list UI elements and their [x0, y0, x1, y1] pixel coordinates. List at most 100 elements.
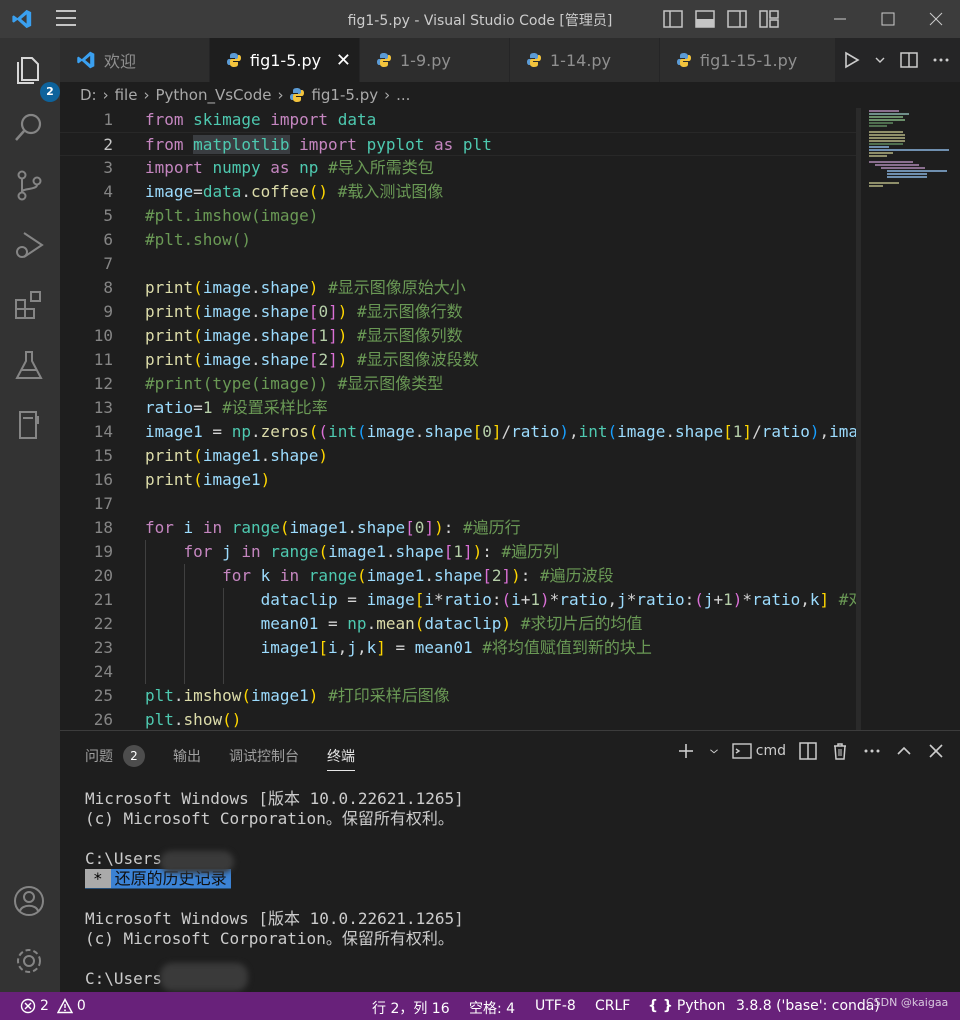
code-line: 15 print(image1.shape): [93, 446, 329, 465]
flask-icon: [15, 351, 43, 379]
tab-fig1-5[interactable]: fig1-5.py ✕: [210, 38, 360, 82]
error-count: 2: [40, 998, 49, 1014]
breadcrumb-folder[interactable]: file: [115, 86, 138, 104]
split-editor-icon[interactable]: [900, 51, 918, 69]
redacted-username: [160, 963, 248, 991]
terminal-kind-label: cmd: [755, 743, 786, 759]
gear-icon: [17, 949, 41, 973]
cursor-position[interactable]: 行 2，列 16: [372, 998, 450, 1018]
code-line: 4 image=data.coffee() #载入测试图像: [103, 182, 444, 201]
tab-label: 输出: [173, 749, 201, 765]
breadcrumb-more[interactable]: ...: [396, 86, 410, 104]
maximize-button[interactable]: [864, 0, 912, 38]
customize-layout-icon[interactable]: [758, 8, 780, 30]
chevron-down-icon[interactable]: [874, 54, 886, 66]
python-file-icon: [527, 53, 541, 67]
explorer-badge: 2: [40, 82, 60, 102]
encoding[interactable]: UTF-8: [535, 998, 576, 1014]
code-line: 7: [103, 254, 113, 273]
title-bar: fig1-5.py - Visual Studio Code [管理员]: [0, 0, 960, 38]
problems-status[interactable]: 2 0: [20, 998, 86, 1014]
split-terminal-icon[interactable]: [798, 741, 818, 761]
chevron-right-icon: ›: [277, 86, 284, 104]
accounts-button[interactable]: [12, 884, 48, 920]
code-line: 21 dataclip = image[i*ratio:(i+1)*ratio,…: [93, 590, 860, 609]
terminal-line: (c) Microsoft Corporation。保留所有权利。: [85, 809, 454, 828]
breadcrumb-file[interactable]: fig1-5.py: [311, 86, 378, 104]
terminal-line: Microsoft Windows [版本 10.0.22621.1265]: [85, 789, 464, 808]
python-file-icon: [290, 88, 305, 102]
chevron-down-icon[interactable]: [708, 741, 720, 761]
code-line: 14 image1 = np.zeros((int(image.shape[0]/…: [93, 422, 860, 441]
breadcrumb-drive[interactable]: D:: [80, 86, 97, 104]
python-file-icon: [227, 53, 241, 67]
tab-fig1-15-1[interactable]: fig1-15-1.py: [660, 38, 836, 82]
remote-explorer-button[interactable]: [12, 408, 48, 444]
more-actions-icon[interactable]: [932, 51, 950, 69]
tab-output[interactable]: 输出: [173, 743, 201, 769]
python-interpreter[interactable]: 3.8.8 ('base': conda): [736, 998, 880, 1014]
code-line: 3 import numpy as np #导入所需类包: [103, 158, 434, 177]
more-actions-icon[interactable]: [862, 741, 882, 761]
terminal-prompt: C:\Users: [85, 849, 163, 868]
close-window-button[interactable]: [912, 0, 960, 38]
trash-icon[interactable]: [830, 741, 850, 761]
minimap[interactable]: [860, 108, 960, 730]
status-bar: 2 0 行 2，列 16 空格: 4 UTF-8 CRLF { } Python…: [0, 992, 960, 1020]
manage-button[interactable]: [12, 944, 48, 980]
breadcrumb-folder[interactable]: Python_VsCode: [155, 86, 271, 104]
code-line: 2 from matplotlib import pyplot as plt: [60, 132, 860, 156]
search-button[interactable]: [12, 110, 48, 146]
minimize-button[interactable]: [816, 0, 864, 38]
tab-label: fig1-5.py: [250, 50, 322, 70]
indentation[interactable]: 空格: 4: [469, 998, 515, 1018]
code-line: 22 mean01 = np.mean(dataclip) #求切片后的均值: [93, 614, 643, 633]
toggle-secondary-sidebar-icon[interactable]: [726, 8, 748, 30]
source-control-icon: [17, 170, 42, 201]
close-tab-icon[interactable]: ✕: [336, 50, 351, 71]
code-line: 25 plt.imshow(image1) #打印采样后图像: [93, 686, 450, 705]
tab-problems[interactable]: 问题 2: [85, 743, 145, 769]
extensions-icon: [15, 291, 41, 319]
python-file-icon: [377, 53, 391, 67]
tab-1-14[interactable]: 1-14.py: [510, 38, 660, 82]
search-icon: [15, 113, 42, 141]
code-editor[interactable]: 1 from skimage import data 2 from matplotl…: [60, 108, 860, 730]
close-icon[interactable]: [926, 741, 946, 761]
extensions-button[interactable]: [12, 288, 48, 324]
code-line: 10 print(image.shape[1]) #显示图像列数: [93, 326, 463, 345]
code-line: 26 plt.show(): [93, 710, 242, 729]
tab-debug-console[interactable]: 调试控制台: [229, 743, 299, 769]
code-line: 1 from skimage import data: [103, 110, 377, 129]
terminal-prompt: C:\Users: [85, 969, 163, 988]
source-control-button[interactable]: [12, 168, 48, 204]
vscode-logo-icon: [77, 51, 95, 69]
new-terminal-icon[interactable]: [676, 741, 696, 761]
line-ending[interactable]: CRLF: [595, 998, 630, 1014]
tab-label: 调试控制台: [229, 749, 299, 765]
toggle-panel-icon[interactable]: [694, 8, 716, 30]
maximize-panel-icon[interactable]: [894, 741, 914, 761]
explorer-button[interactable]: 2: [12, 52, 60, 102]
tab-welcome[interactable]: 欢迎: [60, 38, 210, 82]
watermark: CSDN @kaigaa: [866, 996, 949, 1009]
tab-1-9[interactable]: 1-9.py: [360, 38, 510, 82]
code-line: 19 for j in range(image1.shape[1]): #遍历列: [93, 542, 560, 561]
files-icon: [17, 57, 39, 84]
run-debug-button[interactable]: [12, 228, 48, 264]
language-label: Python: [676, 998, 726, 1014]
code-line: 16 print(image1): [93, 470, 271, 489]
code-line: 18 for i in range(image1.shape[0]): #遍历行: [93, 518, 521, 537]
language-mode[interactable]: { } Python: [648, 998, 725, 1014]
terminal-profile[interactable]: cmd: [732, 741, 786, 761]
terminal-line: Microsoft Windows [版本 10.0.22621.1265]: [85, 909, 464, 928]
testing-button[interactable]: [12, 348, 48, 384]
code-line: 24: [93, 662, 113, 681]
run-icon[interactable]: [842, 51, 860, 69]
terminal-output[interactable]: Microsoft Windows [版本 10.0.22621.1265] (c…: [85, 789, 464, 989]
tab-terminal[interactable]: 终端: [327, 743, 355, 771]
toggle-primary-sidebar-icon[interactable]: [662, 8, 684, 30]
terminal-line: (c) Microsoft Corporation。保留所有权利。: [85, 929, 454, 948]
code-line: 17: [93, 494, 113, 513]
problems-badge: 2: [123, 745, 145, 767]
